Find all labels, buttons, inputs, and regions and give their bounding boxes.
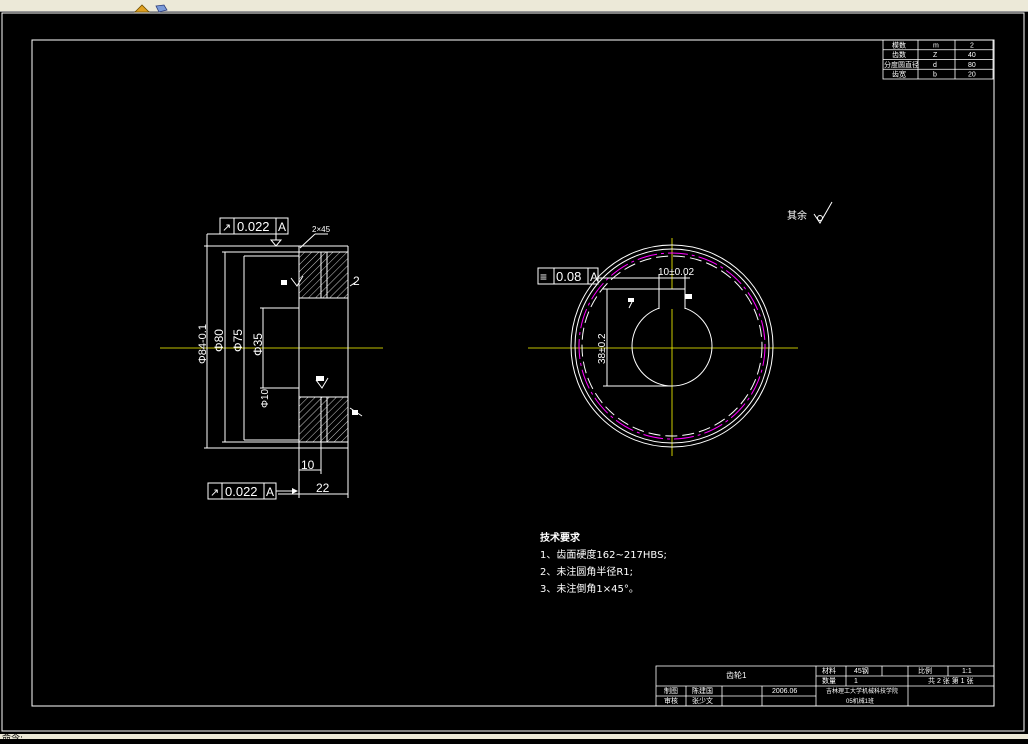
param-value: 40: [968, 52, 976, 59]
roughness-mark: [628, 298, 634, 302]
roughness-symbol: [813, 201, 833, 224]
param-symbol: m: [933, 43, 939, 50]
param-name: 齿数: [892, 50, 906, 59]
tolerance-value: 0.022: [225, 484, 258, 499]
roughness-mark: [281, 280, 287, 285]
dim-2: 2: [353, 274, 360, 288]
command-prompt: 命令:: [2, 734, 24, 744]
tolerance-frame-top: ↗ 0.022 A: [219, 217, 289, 247]
keyway-depth: 38±0.2: [597, 333, 608, 364]
roughness-mark: [316, 376, 324, 381]
dim-80: Φ80: [212, 329, 226, 352]
tolerance-value: 0.022: [237, 219, 270, 234]
tolerance-symbol: ↗: [222, 222, 231, 234]
material-label: 材料: [822, 666, 836, 675]
param-value: 20: [968, 72, 976, 79]
section-bottom-hatch: [298, 396, 349, 443]
notes-title: 技术要求: [540, 531, 581, 544]
tolerance-datum: A: [278, 220, 286, 234]
section-top-hatch: [298, 251, 349, 299]
technical-notes: 技术要求 1、齿面硬度162~217HBS; 2、未注圆角半径R1; 3、未注倒…: [540, 531, 667, 595]
qty-label: 数量: [822, 676, 836, 685]
checker-label: 审核: [664, 696, 678, 705]
param-value: 80: [968, 62, 976, 69]
tolerance-frame-bottom: ↗ 0.022 A: [207, 482, 298, 500]
param-name: 模数: [892, 41, 906, 50]
checker-name: 张少文: [692, 696, 713, 705]
sheet-info: 共 2 张 第 1 张: [928, 676, 974, 685]
roughness-mark: [685, 294, 692, 299]
inner-border: [31, 39, 995, 707]
chamfer-label: 2×45: [312, 225, 331, 234]
dim-10: 10: [301, 458, 315, 472]
left-section-view: [160, 233, 383, 498]
roughness-mark: [352, 410, 358, 415]
toolbar-strip: [0, 0, 1028, 13]
tolerance-datum: A: [590, 270, 598, 284]
keyway-width: 10±0.02: [658, 267, 695, 278]
param-symbol: Z: [933, 52, 938, 59]
dim-outer: Φ84-0.1: [197, 324, 209, 364]
layer-icon[interactable]: [133, 0, 151, 13]
tolerance-symbol: ↗: [210, 487, 219, 499]
drawing-date: 2006.06: [772, 688, 797, 695]
tolerance-datum: A: [266, 485, 274, 499]
tolerance-frame-right: ≡ 0.08 A: [537, 267, 599, 285]
param-symbol: d: [933, 62, 937, 69]
designer-label: 制图: [664, 686, 678, 695]
param-symbol: b: [933, 72, 937, 79]
param-name: 分度圆直径: [884, 60, 919, 69]
dim-35: Φ35: [251, 333, 265, 356]
qty-value: 1: [854, 678, 858, 685]
material-value: 45钢: [854, 666, 869, 675]
dim-75: Φ75: [231, 329, 245, 352]
drawing-canvas[interactable]: ↗ 0.022 A 2×45 2 Φ84-0.1 Φ80 Φ75 Φ35 Φ10…: [0, 12, 1028, 734]
note-item: 2、未注圆角半径R1;: [540, 565, 633, 578]
drawing-name: 齿轮1: [726, 670, 747, 680]
school-name: 吉林理工大学机械科技学院: [826, 687, 898, 695]
other-roughness-label: 其余: [787, 209, 807, 222]
note-item: 3、未注倒角1×45°。: [540, 582, 639, 595]
tolerance-symbol: ≡: [540, 270, 547, 284]
class-name: 05机械1班: [846, 697, 874, 705]
scale-label: 比例: [918, 666, 932, 675]
scale-value: 1:1: [962, 668, 972, 675]
designer-name: 陈建国: [692, 686, 713, 695]
param-name: 齿宽: [892, 70, 906, 79]
dim-22: 22: [316, 481, 330, 495]
command-line[interactable]: 命令:: [0, 734, 1028, 744]
outer-border: [1, 12, 1025, 732]
param-value: 2: [970, 43, 974, 50]
tolerance-value: 0.08: [556, 269, 581, 284]
note-item: 1、齿面硬度162~217HBS;: [540, 548, 667, 561]
dim-small: Φ10: [260, 388, 271, 408]
shape-icon[interactable]: [152, 0, 170, 13]
